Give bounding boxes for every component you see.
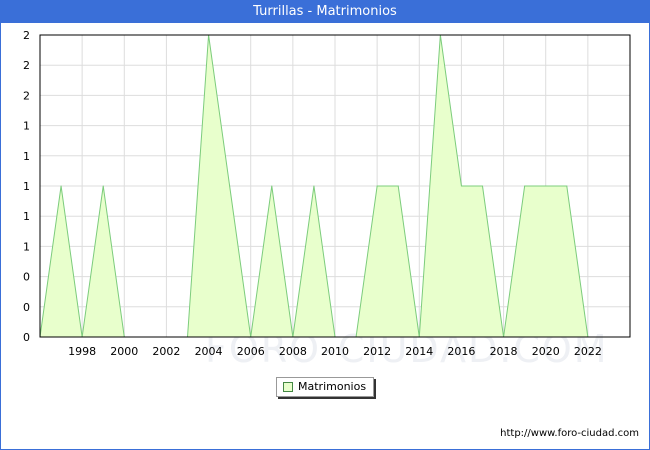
y-tick-label: 0 bbox=[23, 331, 30, 344]
y-tick-label: 1 bbox=[23, 120, 30, 133]
x-tick-label: 2008 bbox=[279, 345, 307, 358]
y-tick-label: 0 bbox=[23, 301, 30, 314]
data-point bbox=[524, 185, 526, 187]
x-tick-label: 2002 bbox=[152, 345, 180, 358]
legend-label: Matrimonios bbox=[298, 380, 367, 393]
x-tick-label: 2014 bbox=[405, 345, 433, 358]
x-tick-label: 2006 bbox=[237, 345, 265, 358]
data-point bbox=[545, 185, 547, 187]
x-tick-label: 2018 bbox=[490, 345, 518, 358]
data-point bbox=[271, 185, 273, 187]
y-tick-label: 2 bbox=[23, 59, 30, 72]
chart-legend: Matrimonios bbox=[276, 377, 374, 397]
data-point bbox=[229, 185, 231, 187]
data-point bbox=[376, 185, 378, 187]
y-tick-label: 2 bbox=[23, 29, 30, 42]
x-tick-label: 2000 bbox=[110, 345, 138, 358]
data-point bbox=[102, 185, 104, 187]
x-tick-label: 2016 bbox=[447, 345, 475, 358]
x-tick-label: 2004 bbox=[195, 345, 223, 358]
y-tick-label: 0 bbox=[23, 271, 30, 284]
y-tick-label: 1 bbox=[23, 210, 30, 223]
data-point bbox=[313, 185, 315, 187]
data-point bbox=[397, 185, 399, 187]
data-point bbox=[460, 185, 462, 187]
legend-swatch bbox=[283, 382, 293, 392]
x-tick-label: 2012 bbox=[363, 345, 391, 358]
x-tick-label: 2022 bbox=[574, 345, 602, 358]
x-tick-label: 2010 bbox=[321, 345, 349, 358]
data-point bbox=[60, 185, 62, 187]
x-tick-label: 2020 bbox=[532, 345, 560, 358]
data-point bbox=[566, 185, 568, 187]
data-point bbox=[482, 185, 483, 187]
y-tick-label: 1 bbox=[23, 240, 30, 253]
footer-url[interactable]: http://www.foro-ciudad.com bbox=[500, 428, 639, 439]
y-tick-label: 2 bbox=[23, 89, 30, 102]
y-tick-label: 1 bbox=[23, 150, 30, 163]
y-tick-label: 1 bbox=[23, 180, 30, 193]
x-tick-label: 1998 bbox=[68, 345, 96, 358]
